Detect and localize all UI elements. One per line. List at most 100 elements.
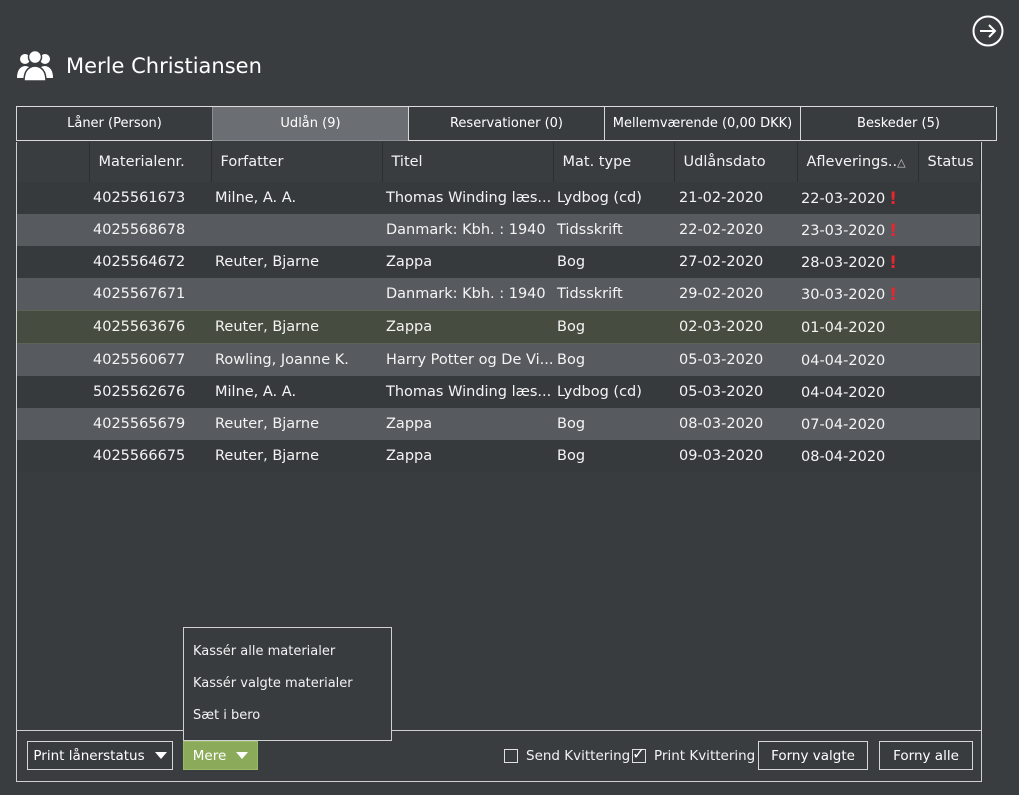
arrow-right-circle-icon xyxy=(972,15,1004,47)
col-header-title[interactable]: Titel xyxy=(382,142,554,182)
overdue-warning-icon: ! xyxy=(889,253,898,273)
send-receipt-checkbox[interactable]: Send Kvittering xyxy=(504,748,630,764)
tab-messages[interactable]: Beskeder (5) xyxy=(800,107,997,141)
material-type-cell: Bog xyxy=(553,246,674,278)
print-receipt-checkbox[interactable]: ✓ Print Kvittering xyxy=(632,744,756,764)
row-select-cell xyxy=(17,376,89,408)
title-cell: Thomas Winding læs... xyxy=(382,376,553,408)
action-bar: Print lånerstatus Mere Send Kvittering ✓… xyxy=(16,731,982,782)
tab-reservations[interactable]: Reservationer (0) xyxy=(408,107,605,141)
tab-label: Låner (Person) xyxy=(67,116,162,131)
title-cell: Zappa xyxy=(382,440,553,472)
checkbox-box xyxy=(504,749,518,763)
table-row[interactable]: 4025566675 Reuter, Bjarne Zappa Bog 09-03-20… xyxy=(17,440,980,472)
material-number-cell: 4025563676 xyxy=(89,310,211,344)
tab-loans[interactable]: Udlån (9) xyxy=(212,107,409,141)
material-type-cell: Bog xyxy=(553,408,674,440)
due-date-value: 08-04-2020 xyxy=(801,449,886,465)
exit-button[interactable] xyxy=(972,15,1004,47)
renew-all-button[interactable]: Forny alle xyxy=(879,741,973,770)
table-row[interactable]: 4025567671 Danmark: Kbh. : 1940 Tidsskrift… xyxy=(17,278,980,311)
row-select-cell xyxy=(17,408,89,440)
due-date-cell: 30-03-2020! xyxy=(797,278,918,311)
chevron-down-icon xyxy=(154,752,167,759)
due-date-cell: 22-03-2020! xyxy=(797,182,918,214)
title-cell: Danmark: Kbh. : 1940 xyxy=(382,214,553,246)
title-cell: Zappa xyxy=(382,310,553,344)
due-date-cell: 04-04-2020 xyxy=(797,376,918,408)
table-row[interactable]: 4025560677 Rowling, Joanne K. Harry Potter… xyxy=(17,343,980,376)
menu-item-discard-all[interactable]: Kassér alle materialer xyxy=(184,640,391,672)
material-number-cell: 5025562676 xyxy=(89,376,211,408)
tab-borrower[interactable]: Låner (Person) xyxy=(16,107,213,141)
table-row[interactable]: 4025563676 Reuter, Bjarne Zappa Bog 02-03-20… xyxy=(17,310,980,344)
status-cell xyxy=(918,376,980,408)
title-cell: Zappa xyxy=(382,408,553,440)
col-header-material-number[interactable]: Materialenr. xyxy=(89,142,212,182)
menu-item-discard-selected[interactable]: Kassér valgte materialer xyxy=(184,672,391,704)
col-header-material-type[interactable]: Mat. type xyxy=(553,142,675,182)
material-number-cell: 4025565679 xyxy=(89,408,211,440)
due-date-value: 30-03-2020 xyxy=(801,287,886,303)
tab-bar: Låner (Person) Udlån (9) Reservationer (… xyxy=(16,107,999,143)
loan-date-cell: 27-02-2020 xyxy=(674,246,797,278)
more-dropdown-menu: Kassér alle materialer Kassér valgte mat… xyxy=(183,627,392,741)
renew-selected-button[interactable]: Forny valgte xyxy=(758,741,868,770)
status-cell xyxy=(918,440,980,472)
table-row[interactable]: 4025561673 Milne, A. A. Thomas Winding læs… xyxy=(17,182,980,214)
col-header-due-date[interactable]: Afleverings..△ xyxy=(797,142,919,182)
material-type-cell: Tidsskrift xyxy=(553,214,674,246)
status-cell xyxy=(918,310,980,344)
print-status-button[interactable]: Print lånerstatus xyxy=(27,741,173,770)
material-number-cell: 4025567671 xyxy=(89,278,211,311)
loan-date-cell: 02-03-2020 xyxy=(674,310,797,344)
material-number-cell: 4025566675 xyxy=(89,440,211,472)
renew-selected-label: Forny valgte xyxy=(771,747,855,764)
status-cell xyxy=(918,214,980,246)
print-receipt-label: Print Kvittering xyxy=(654,748,756,764)
col-header-author[interactable]: Forfatter xyxy=(211,142,383,182)
patron-name: Merle Christiansen xyxy=(66,54,262,78)
material-type-cell: Lydbog (cd) xyxy=(553,182,674,214)
due-date-cell: 07-04-2020 xyxy=(797,408,918,440)
tab-balance[interactable]: Mellemværende (0,00 DKK) xyxy=(604,107,801,141)
print-status-label: Print lånerstatus xyxy=(33,747,145,764)
material-type-cell: Tidsskrift xyxy=(553,278,674,311)
table-row[interactable]: 4025564672 Reuter, Bjarne Zappa Bog 27-02-20… xyxy=(17,246,980,278)
author-cell xyxy=(211,214,382,246)
table-row[interactable]: 4025565679 Reuter, Bjarne Zappa Bog 08-03-20… xyxy=(17,408,980,440)
author-cell: Milne, A. A. xyxy=(211,182,382,214)
material-type-cell: Bog xyxy=(553,310,674,344)
overdue-warning-icon: ! xyxy=(889,189,898,209)
more-label: Mere xyxy=(192,747,227,764)
loan-date-cell: 21-02-2020 xyxy=(674,182,797,214)
author-cell: Reuter, Bjarne xyxy=(211,310,382,344)
due-date-cell: 23-03-2020! xyxy=(797,214,918,246)
col-header-loan-date[interactable]: Udlånsdato xyxy=(674,142,798,182)
row-select-cell xyxy=(17,310,89,344)
renew-all-label: Forny alle xyxy=(893,747,959,764)
status-cell xyxy=(918,343,980,376)
more-button[interactable]: Mere xyxy=(183,741,258,770)
col-header-select[interactable] xyxy=(17,142,90,182)
patron-header: Merle Christiansen xyxy=(16,48,262,84)
status-cell xyxy=(918,408,980,440)
overdue-warning-icon: ! xyxy=(889,285,898,305)
material-number-cell: 4025561673 xyxy=(89,182,211,214)
title-cell: Zappa xyxy=(382,246,553,278)
users-icon xyxy=(17,49,53,82)
author-cell: Milne, A. A. xyxy=(211,376,382,408)
chevron-down-icon xyxy=(236,752,249,759)
tab-label: Mellemværende (0,00 DKK) xyxy=(612,116,793,131)
material-number-cell: 4025564672 xyxy=(89,246,211,278)
title-cell: Danmark: Kbh. : 1940 xyxy=(382,278,553,311)
loan-date-cell: 08-03-2020 xyxy=(674,408,797,440)
due-date-value: 04-04-2020 xyxy=(801,385,886,401)
table-row[interactable]: 4025568678 Danmark: Kbh. : 1940 Tidsskrift… xyxy=(17,214,980,246)
table-row[interactable]: 5025562676 Milne, A. A. Thomas Winding læs… xyxy=(17,376,980,408)
due-date-cell: 28-03-2020! xyxy=(797,246,918,278)
due-date-value: 07-04-2020 xyxy=(801,417,886,433)
status-cell xyxy=(918,246,980,278)
col-header-status[interactable]: Status xyxy=(918,142,981,182)
overdue-warning-icon: ! xyxy=(889,221,898,241)
